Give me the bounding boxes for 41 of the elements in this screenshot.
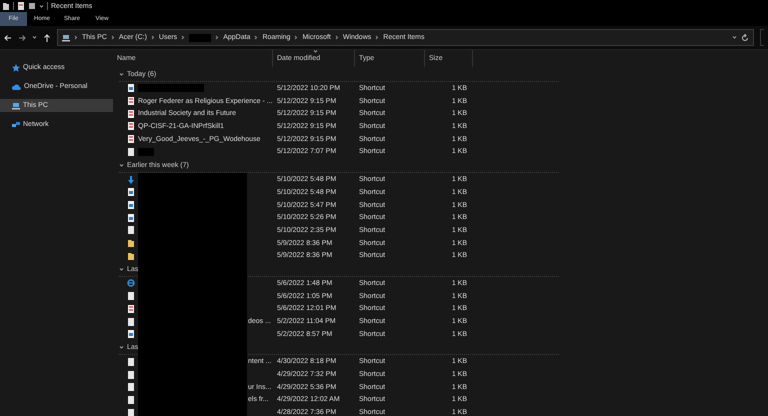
pdf-file-icon	[127, 97, 135, 106]
pdf-file-icon	[127, 110, 135, 118]
computer-icon	[62, 34, 70, 42]
separator-chevron-icon	[254, 35, 258, 40]
chevron-icon	[119, 163, 124, 168]
document-icon	[127, 330, 135, 338]
pdf-file-icon	[127, 304, 135, 313]
back-arrow-icon	[4, 34, 12, 42]
address-dropdown-icon	[732, 35, 737, 40]
up-arrow-icon	[43, 34, 51, 42]
chevron-icon	[119, 266, 124, 272]
search-field[interactable]	[760, 29, 764, 46]
recent-locations-icon	[32, 35, 37, 40]
document-icon	[127, 84, 135, 92]
refresh-icon	[741, 34, 749, 42]
pdf-file-icon	[127, 135, 135, 144]
browser-icon	[127, 279, 135, 288]
sort-caret-icon	[313, 50, 318, 54]
network-icon	[12, 120, 20, 128]
dropdown-icon	[39, 4, 44, 8]
file-icon	[127, 148, 135, 156]
separator-chevron-icon	[294, 35, 298, 40]
file-icon	[127, 318, 135, 326]
separator-chevron-icon	[110, 35, 115, 40]
separator-chevron-icon	[375, 35, 380, 40]
document-icon	[17, 2, 25, 10]
cloud-icon	[12, 82, 21, 90]
file-icon	[127, 226, 135, 234]
chevron-icon	[119, 72, 124, 77]
forward-arrow-icon	[18, 34, 26, 42]
file-icon	[127, 292, 135, 300]
computer-icon	[12, 102, 20, 110]
separator-chevron-icon	[74, 35, 78, 40]
star-icon	[12, 64, 20, 72]
separator-chevron-icon	[215, 35, 220, 40]
download-icon	[127, 176, 135, 184]
separator-chevron-icon	[150, 35, 155, 40]
separator-chevron-icon	[334, 35, 339, 40]
chevron-icon	[119, 345, 124, 350]
separator-chevron-icon	[181, 35, 186, 40]
pdf-file-icon	[127, 122, 135, 130]
